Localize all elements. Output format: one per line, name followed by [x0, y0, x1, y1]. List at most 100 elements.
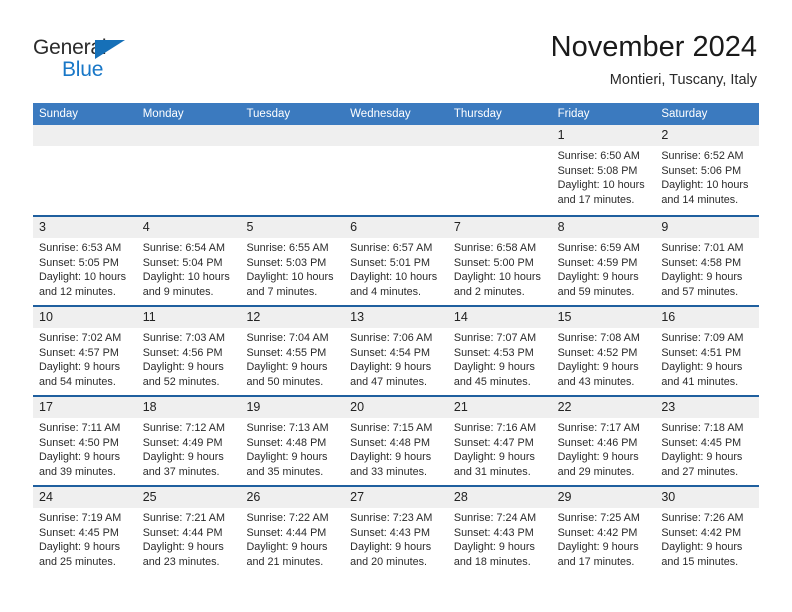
daylight-text: Daylight: 9 hours and 45 minutes.: [453, 361, 535, 388]
page-header: General Blue November 2024 Montieri, Tus…: [0, 0, 792, 98]
sunrise-text: Sunrise: 7:19 AM: [39, 512, 122, 524]
day-number: 24: [39, 490, 53, 504]
calendar-day-cell[interactable]: 14 Sunrise: 7:07 AM Sunset: 4:53 PM Dayligh…: [448, 307, 552, 395]
day-number: 23: [661, 400, 676, 414]
day-sun-info: Sunrise: 7:09 AM Sunset: 4:51 PM Daylight:…: [661, 331, 753, 389]
calendar-day-cell[interactable]: 20 Sunrise: 7:15 AM Sunset: 4:48 PM Dayligh…: [344, 397, 448, 485]
brand-logo[interactable]: General Blue: [33, 36, 153, 84]
day-sun-info: Sunrise: 6:57 AM Sunset: 5:01 PM Daylight:…: [350, 241, 442, 299]
calendar-empty-cell: [33, 125, 137, 215]
calendar-week-row: 1 Sunrise: 6:50 AM Sunset: 5:08 PM Daylight…: [33, 125, 759, 215]
sunrise-text: Sunrise: 7:16 AM: [453, 422, 537, 434]
day-sun-info: Sunrise: 7:03 AM Sunset: 4:56 PM Daylight:…: [143, 331, 235, 389]
daylight-text: Daylight: 10 hours and 7 minutes.: [246, 271, 334, 298]
day-number: 3: [39, 220, 46, 234]
sunrise-text: Sunrise: 7:24 AM: [453, 512, 537, 524]
calendar-day-cell[interactable]: 30 Sunrise: 7:26 AM Sunset: 4:42 PM Dayligh…: [655, 487, 759, 575]
calendar-day-cell[interactable]: 13 Sunrise: 7:06 AM Sunset: 4:54 PM Dayligh…: [344, 307, 448, 395]
sunset-text: Sunset: 4:54 PM: [350, 346, 430, 359]
sunset-text: Sunset: 4:44 PM: [142, 526, 223, 539]
sunset-text: Sunset: 4:48 PM: [350, 436, 430, 449]
calendar-day-cell[interactable]: 25 Sunrise: 7:21 AM Sunset: 4:44 PM Dayligh…: [137, 487, 241, 575]
day-number: 19: [246, 400, 261, 414]
sunrise-text: Sunrise: 7:15 AM: [350, 422, 433, 434]
calendar-day-cell[interactable]: 6 Sunrise: 6:57 AM Sunset: 5:01 PM Daylight…: [344, 217, 448, 305]
day-sun-info: Sunrise: 7:21 AM Sunset: 4:44 PM Daylight:…: [143, 511, 235, 569]
daylight-text: Daylight: 9 hours and 17 minutes.: [557, 541, 639, 568]
daylight-text: Daylight: 10 hours and 2 minutes.: [453, 271, 541, 298]
calendar-day-cell[interactable]: 19 Sunrise: 7:13 AM Sunset: 4:48 PM Dayligh…: [240, 397, 344, 485]
daylight-text: Daylight: 10 hours and 14 minutes.: [661, 179, 749, 206]
calendar-day-cell[interactable]: 4 Sunrise: 6:54 AM Sunset: 5:04 PM Daylight…: [137, 217, 241, 305]
calendar-day-cell[interactable]: 7 Sunrise: 6:58 AM Sunset: 5:00 PM Daylight…: [448, 217, 552, 305]
calendar-day-cell[interactable]: 16 Sunrise: 7:09 AM Sunset: 4:51 PM Dayligh…: [655, 307, 759, 395]
calendar-empty-cell: [137, 125, 241, 215]
calendar-day-cell[interactable]: 3 Sunrise: 6:53 AM Sunset: 5:05 PM Daylight…: [33, 217, 137, 305]
calendar-day-cell[interactable]: 10 Sunrise: 7:02 AM Sunset: 4:57 PM Dayligh…: [33, 307, 137, 395]
calendar-day-cell[interactable]: 11 Sunrise: 7:03 AM Sunset: 4:56 PM Dayligh…: [137, 307, 241, 395]
sunset-text: Sunset: 4:58 PM: [661, 256, 742, 269]
sunset-text: Sunset: 4:55 PM: [246, 346, 327, 359]
day-number: [143, 125, 235, 146]
sunrise-text: Sunrise: 7:22 AM: [246, 512, 329, 524]
sunrise-text: Sunrise: 7:07 AM: [453, 332, 537, 344]
daylight-text: Daylight: 9 hours and 27 minutes.: [661, 451, 743, 478]
calendar-day-cell[interactable]: 8 Sunrise: 6:59 AM Sunset: 4:59 PM Daylight…: [552, 217, 656, 305]
calendar-day-cell[interactable]: 15 Sunrise: 7:08 AM Sunset: 4:52 PM Dayligh…: [552, 307, 656, 395]
sunset-text: Sunset: 4:45 PM: [39, 526, 119, 539]
calendar-day-cell[interactable]: 28 Sunrise: 7:24 AM Sunset: 4:43 PM Dayligh…: [448, 487, 552, 575]
calendar-day-cell[interactable]: 2 Sunrise: 6:52 AM Sunset: 5:06 PM Daylight…: [655, 125, 759, 215]
daylight-text: Daylight: 9 hours and 57 minutes.: [661, 271, 743, 298]
day-number: 21: [453, 400, 468, 414]
day-number: 28: [453, 490, 468, 504]
calendar-day-cell[interactable]: 24 Sunrise: 7:19 AM Sunset: 4:45 PM Dayligh…: [33, 487, 137, 575]
sunrise-text: Sunrise: 6:55 AM: [246, 242, 329, 254]
day-number: 26: [246, 490, 261, 504]
sunrise-text: Sunrise: 6:54 AM: [142, 242, 225, 254]
sunset-text: Sunset: 4:48 PM: [246, 436, 327, 449]
calendar-day-cell[interactable]: 27 Sunrise: 7:23 AM Sunset: 4:43 PM Dayligh…: [344, 487, 448, 575]
daylight-text: Daylight: 9 hours and 41 minutes.: [661, 361, 743, 388]
calendar-day-cell[interactable]: 9 Sunrise: 7:01 AM Sunset: 4:58 PM Daylight…: [655, 217, 759, 305]
day-sun-info: Sunrise: 7:16 AM Sunset: 4:47 PM Daylight:…: [454, 421, 546, 479]
sunset-text: Sunset: 4:57 PM: [39, 346, 119, 359]
calendar-page: General Blue November 2024 Montieri, Tus…: [0, 0, 792, 612]
daylight-text: Daylight: 9 hours and 15 minutes.: [661, 541, 743, 568]
day-sun-info: Sunrise: 6:59 AM Sunset: 4:59 PM Daylight:…: [558, 241, 650, 299]
sunset-text: Sunset: 4:52 PM: [557, 346, 638, 359]
sunset-text: Sunset: 4:53 PM: [453, 346, 534, 359]
calendar-day-cell[interactable]: 21 Sunrise: 7:16 AM Sunset: 4:47 PM Dayligh…: [448, 397, 552, 485]
daylight-text: Daylight: 9 hours and 21 minutes.: [246, 541, 328, 568]
calendar-day-cell[interactable]: 23 Sunrise: 7:18 AM Sunset: 4:45 PM Dayligh…: [655, 397, 759, 485]
daylight-text: Daylight: 9 hours and 54 minutes.: [39, 361, 121, 388]
calendar-day-cell[interactable]: 5 Sunrise: 6:55 AM Sunset: 5:03 PM Daylight…: [240, 217, 344, 305]
day-number: 22: [557, 400, 572, 414]
sunset-text: Sunset: 4:51 PM: [661, 346, 742, 359]
sunset-text: Sunset: 5:05 PM: [39, 256, 119, 269]
sunrise-text: Sunrise: 6:58 AM: [453, 242, 537, 254]
calendar-day-cell[interactable]: 18 Sunrise: 7:12 AM Sunset: 4:49 PM Dayligh…: [137, 397, 241, 485]
calendar-day-cell[interactable]: 1 Sunrise: 6:50 AM Sunset: 5:08 PM Daylight…: [552, 125, 656, 215]
sunrise-text: Sunrise: 6:52 AM: [661, 150, 744, 162]
day-sun-info: Sunrise: 7:25 AM Sunset: 4:42 PM Daylight:…: [558, 511, 650, 569]
sunrise-text: Sunrise: 6:57 AM: [350, 242, 433, 254]
calendar-day-cell[interactable]: 17 Sunrise: 7:11 AM Sunset: 4:50 PM Dayligh…: [33, 397, 137, 485]
sunset-text: Sunset: 4:43 PM: [350, 526, 430, 539]
day-number: 17: [39, 400, 53, 414]
calendar-day-cell[interactable]: 29 Sunrise: 7:25 AM Sunset: 4:42 PM Dayligh…: [552, 487, 656, 575]
sunrise-text: Sunrise: 7:18 AM: [661, 422, 744, 434]
sunset-text: Sunset: 5:01 PM: [350, 256, 430, 269]
calendar-day-cell[interactable]: 12 Sunrise: 7:04 AM Sunset: 4:55 PM Dayligh…: [240, 307, 344, 395]
day-sun-info: Sunrise: 7:07 AM Sunset: 4:53 PM Daylight:…: [454, 331, 546, 389]
calendar-day-cell[interactable]: 22 Sunrise: 7:17 AM Sunset: 4:46 PM Dayligh…: [552, 397, 656, 485]
calendar-day-cell[interactable]: 26 Sunrise: 7:22 AM Sunset: 4:44 PM Dayligh…: [240, 487, 344, 575]
sunrise-text: Sunrise: 6:53 AM: [39, 242, 122, 254]
sunrise-text: Sunrise: 7:06 AM: [350, 332, 433, 344]
weekday-header-saturday: Saturday: [661, 108, 708, 120]
weekday-header-friday: Friday: [557, 108, 590, 120]
day-sun-info: Sunrise: 6:55 AM Sunset: 5:03 PM Daylight:…: [246, 241, 338, 299]
page-title: November 2024: [550, 31, 757, 63]
day-sun-info: Sunrise: 7:17 AM Sunset: 4:46 PM Daylight:…: [558, 421, 650, 479]
day-sun-info: Sunrise: 7:18 AM Sunset: 4:45 PM Daylight:…: [661, 421, 753, 479]
day-number: [350, 125, 442, 146]
